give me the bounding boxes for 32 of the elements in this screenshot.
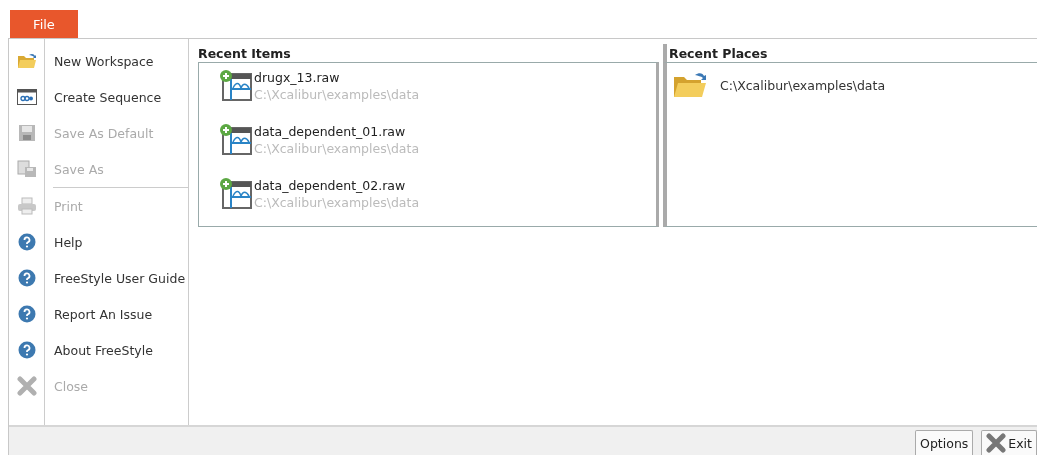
menu-item[interactable]: Create Sequence	[9, 79, 188, 115]
file-path: C:\Xcalibur\examples\data	[254, 194, 420, 211]
menu-item[interactable]: About FreeStyle	[9, 332, 188, 368]
file-path: C:\Xcalibur\examples\data	[254, 140, 420, 157]
menu-item[interactable]: FreeStyle User Guide	[9, 260, 188, 296]
section-title: Recent Places	[663, 44, 1037, 62]
exit-button[interactable]: Exit	[981, 430, 1037, 455]
menu-item[interactable]: Help	[9, 224, 188, 260]
file-name[interactable]: drugx_13.raw	[254, 69, 420, 86]
close-icon	[17, 376, 37, 396]
close-icon	[986, 433, 1007, 453]
folder-path[interactable]: C:\Xcalibur\examples\data	[720, 77, 886, 93]
folder-icon	[17, 52, 37, 70]
menu-item[interactable]: New Workspace	[9, 43, 188, 79]
section-title: Recent Items	[198, 45, 292, 62]
help-icon	[18, 305, 36, 323]
raw-file-icon	[219, 69, 253, 101]
help-icon	[18, 269, 36, 287]
save-as-icon	[17, 160, 37, 178]
file-name[interactable]: data_dependent_02.raw	[254, 177, 420, 194]
window-icon	[17, 89, 37, 105]
raw-file-icon	[219, 177, 253, 209]
file-tab[interactable]: File	[10, 10, 78, 38]
help-icon	[18, 233, 36, 251]
help-icon	[18, 341, 36, 359]
file-path: C:\Xcalibur\examples\data	[254, 86, 420, 103]
options-button[interactable]: Options	[915, 430, 974, 455]
file-name[interactable]: data_dependent_01.raw	[254, 123, 420, 140]
printer-icon	[17, 197, 37, 215]
folder-icon	[673, 71, 707, 99]
menu-item[interactable]: Report An Issue	[9, 296, 188, 332]
raw-file-icon	[219, 123, 253, 155]
